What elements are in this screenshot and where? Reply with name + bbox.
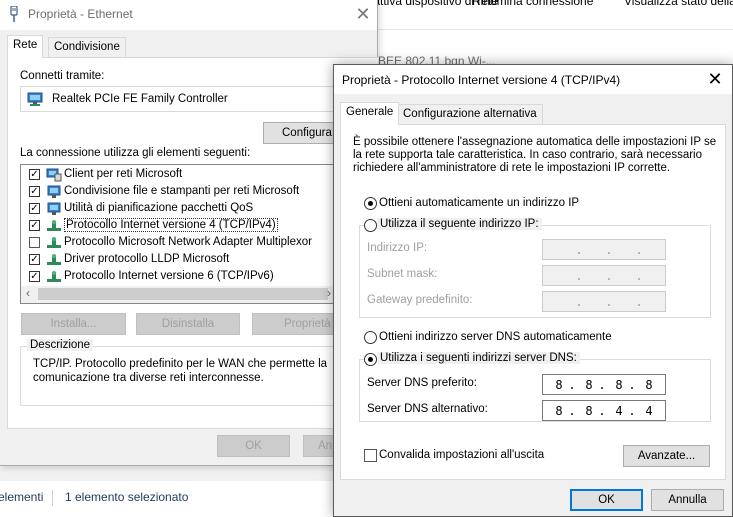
auto-dns-label[interactable]: Ottieni indirizzo server DNS automaticam…: [379, 331, 612, 343]
preferred-dns-octet-3: 8: [615, 378, 623, 392]
validate-label[interactable]: Convalida impostazioni all'uscita: [379, 449, 544, 461]
alternate-dns-octet-1: 8: [555, 404, 563, 418]
scrollbar-thumb[interactable]: [38, 288, 328, 300]
auto-ip-label[interactable]: Ottieni automaticamente un indirizzo IP: [379, 197, 579, 209]
ethernet-ok-button[interactable]: OK: [217, 435, 290, 457]
subnet-mask-label: Subnet mask:: [367, 268, 438, 280]
component-checkbox[interactable]: ✓: [29, 186, 40, 197]
network-client-icon: [46, 168, 62, 182]
gateway-field: ...: [542, 291, 666, 312]
component-row[interactable]: ✓ Driver protocollo LLDP Microsoft: [21, 252, 378, 269]
gateway-label: Gateway predefinito:: [367, 294, 473, 306]
protocol-icon: [47, 220, 61, 231]
alternate-dns-label: Server DNS alternativo:: [367, 403, 488, 415]
protocol-icon: [47, 271, 61, 282]
selected-count: 1 elemento selezionato: [65, 490, 189, 504]
explorer-command-bar: Disattiva dispositivo di rete Rinomina c…: [378, 0, 733, 30]
manual-ip-radio[interactable]: [364, 219, 377, 232]
protocol-icon: [47, 237, 61, 248]
items-count: elementi: [0, 490, 44, 504]
component-label: Protocollo Internet versione 6 (TCP/IPv6…: [64, 270, 274, 282]
alternate-dns-octet-2: 8: [585, 404, 593, 418]
ip-address-field: ...: [542, 239, 666, 260]
subnet-mask-field: ...: [542, 265, 666, 286]
adapter-name: Realtek PCIe FE Family Controller: [52, 93, 228, 105]
install-button[interactable]: Installa...: [21, 313, 126, 335]
component-checkbox[interactable]: ✓: [29, 203, 40, 214]
view-status-command[interactable]: Visualizza stato della: [624, 0, 733, 8]
connect-using-label: Connetti tramite:: [20, 70, 105, 82]
description-text: TCP/IP. Protocollo predefinito per le WA…: [33, 358, 328, 384]
ipv4-properties-window: Proprietà - Protocollo Internet versione…: [333, 64, 733, 517]
component-checkbox[interactable]: ✓: [29, 271, 40, 282]
protocol-icon: [47, 254, 61, 265]
component-row[interactable]: Protocollo Microsoft Network Adapter Mul…: [21, 235, 378, 252]
description-title: Descrizione: [27, 339, 94, 351]
ipv4-intro-text: È possibile ottenere l'assegnazione auto…: [353, 136, 717, 174]
tab-condivisione[interactable]: Condivisione: [48, 37, 126, 58]
component-label: Condivisione file e stampanti per reti M…: [64, 185, 300, 197]
status-separator: [52, 490, 53, 506]
tab-rete[interactable]: Rete: [7, 35, 44, 58]
preferred-dns-octet-4: 8: [645, 378, 653, 392]
component-label: Utilità di pianificazione pacchetti QoS: [64, 202, 254, 214]
ipv4-ok-button[interactable]: OK: [570, 489, 643, 511]
auto-dns-radio[interactable]: [364, 331, 377, 344]
preferred-dns-label: Server DNS preferito:: [367, 377, 477, 389]
auto-ip-radio[interactable]: [364, 197, 377, 210]
ethernet-properties-window: Proprietà - Ethernet ✕ Rete Condivisione…: [0, 0, 378, 466]
ethernet-titlebar: Proprietà - Ethernet ✕: [0, 0, 377, 30]
manual-dns-radio[interactable]: [364, 353, 377, 366]
preferred-dns-field[interactable]: 8 . 8 . 8 . 8: [542, 374, 666, 395]
uses-following-label: La connessione utilizza gli elementi seg…: [20, 147, 251, 159]
adapter-field: Realtek PCIe FE Family Controller: [20, 86, 378, 112]
ipv4-close-icon[interactable]: ✕: [707, 70, 723, 88]
network-service-icon: [47, 185, 61, 198]
alternate-dns-field[interactable]: 8 . 8 . 4 . 4: [542, 400, 666, 421]
tab-configurazione-alternativa[interactable]: Configurazione alternativa: [397, 104, 543, 125]
component-checkbox[interactable]: [29, 237, 40, 248]
component-checkbox[interactable]: ✓: [29, 220, 40, 231]
components-list[interactable]: ✓ Client per reti Microsoft ✓ Condivisione …: [20, 164, 378, 304]
rename-connection-command[interactable]: Rinomina connessione: [472, 0, 593, 8]
component-row[interactable]: ✓ Utilità di pianificazione pacchetti QoS: [21, 201, 378, 218]
component-label: Protocollo Microsoft Network Adapter Mul…: [64, 236, 312, 248]
component-row[interactable]: ✓ Protocollo Internet versione 6 (TCP/IPv…: [21, 269, 378, 286]
ipv4-window-title: Proprietà - Protocollo Internet versione…: [342, 73, 621, 87]
preferred-dns-octet-1: 8: [555, 378, 563, 392]
ipv4-cancel-button[interactable]: Annulla: [651, 489, 724, 511]
component-checkbox[interactable]: ✓: [29, 254, 40, 265]
ipv4-titlebar: Proprietà - Protocollo Internet versione…: [334, 65, 732, 94]
manual-dns-label[interactable]: Utilizza i seguenti indirizzi server DNS…: [377, 352, 580, 364]
component-checkbox[interactable]: ✓: [29, 169, 40, 180]
ethernet-window-title: Proprietà - Ethernet: [28, 7, 133, 21]
component-row[interactable]: ✓ Protocollo Internet versione 4 (TCP/IPv…: [21, 218, 378, 235]
network-adapter-icon: [27, 92, 43, 106]
component-row[interactable]: ✓ Condivisione file e stampanti per reti …: [21, 184, 378, 201]
preferred-dns-octet-2: 8: [585, 378, 593, 392]
alternate-dns-octet-4: 4: [645, 404, 653, 418]
component-row[interactable]: ✓ Client per reti Microsoft: [21, 167, 378, 184]
horizontal-scrollbar[interactable]: ‹ ›: [21, 286, 378, 303]
tab-generale[interactable]: Generale: [340, 102, 400, 125]
component-label: Protocollo Internet versione 4 (TCP/IPv4…: [64, 218, 278, 232]
component-label: Driver protocollo LLDP Microsoft: [64, 253, 230, 265]
ethernet-plug-icon: [10, 6, 18, 22]
alternate-dns-octet-3: 4: [615, 404, 623, 418]
scroll-left-icon[interactable]: ‹: [26, 286, 30, 300]
manual-ip-label[interactable]: Utilizza il seguente indirizzo IP:: [377, 218, 542, 230]
ethernet-close-icon[interactable]: ✕: [355, 5, 371, 23]
advanced-button[interactable]: Avanzate...: [623, 445, 710, 467]
validate-checkbox[interactable]: [364, 449, 377, 462]
ip-address-label: Indirizzo IP:: [367, 242, 428, 254]
scroll-right-icon[interactable]: ›: [327, 286, 331, 300]
network-service-icon: [47, 202, 61, 215]
component-label: Client per reti Microsoft: [64, 168, 183, 180]
uninstall-button[interactable]: Disinstalla: [136, 313, 240, 335]
